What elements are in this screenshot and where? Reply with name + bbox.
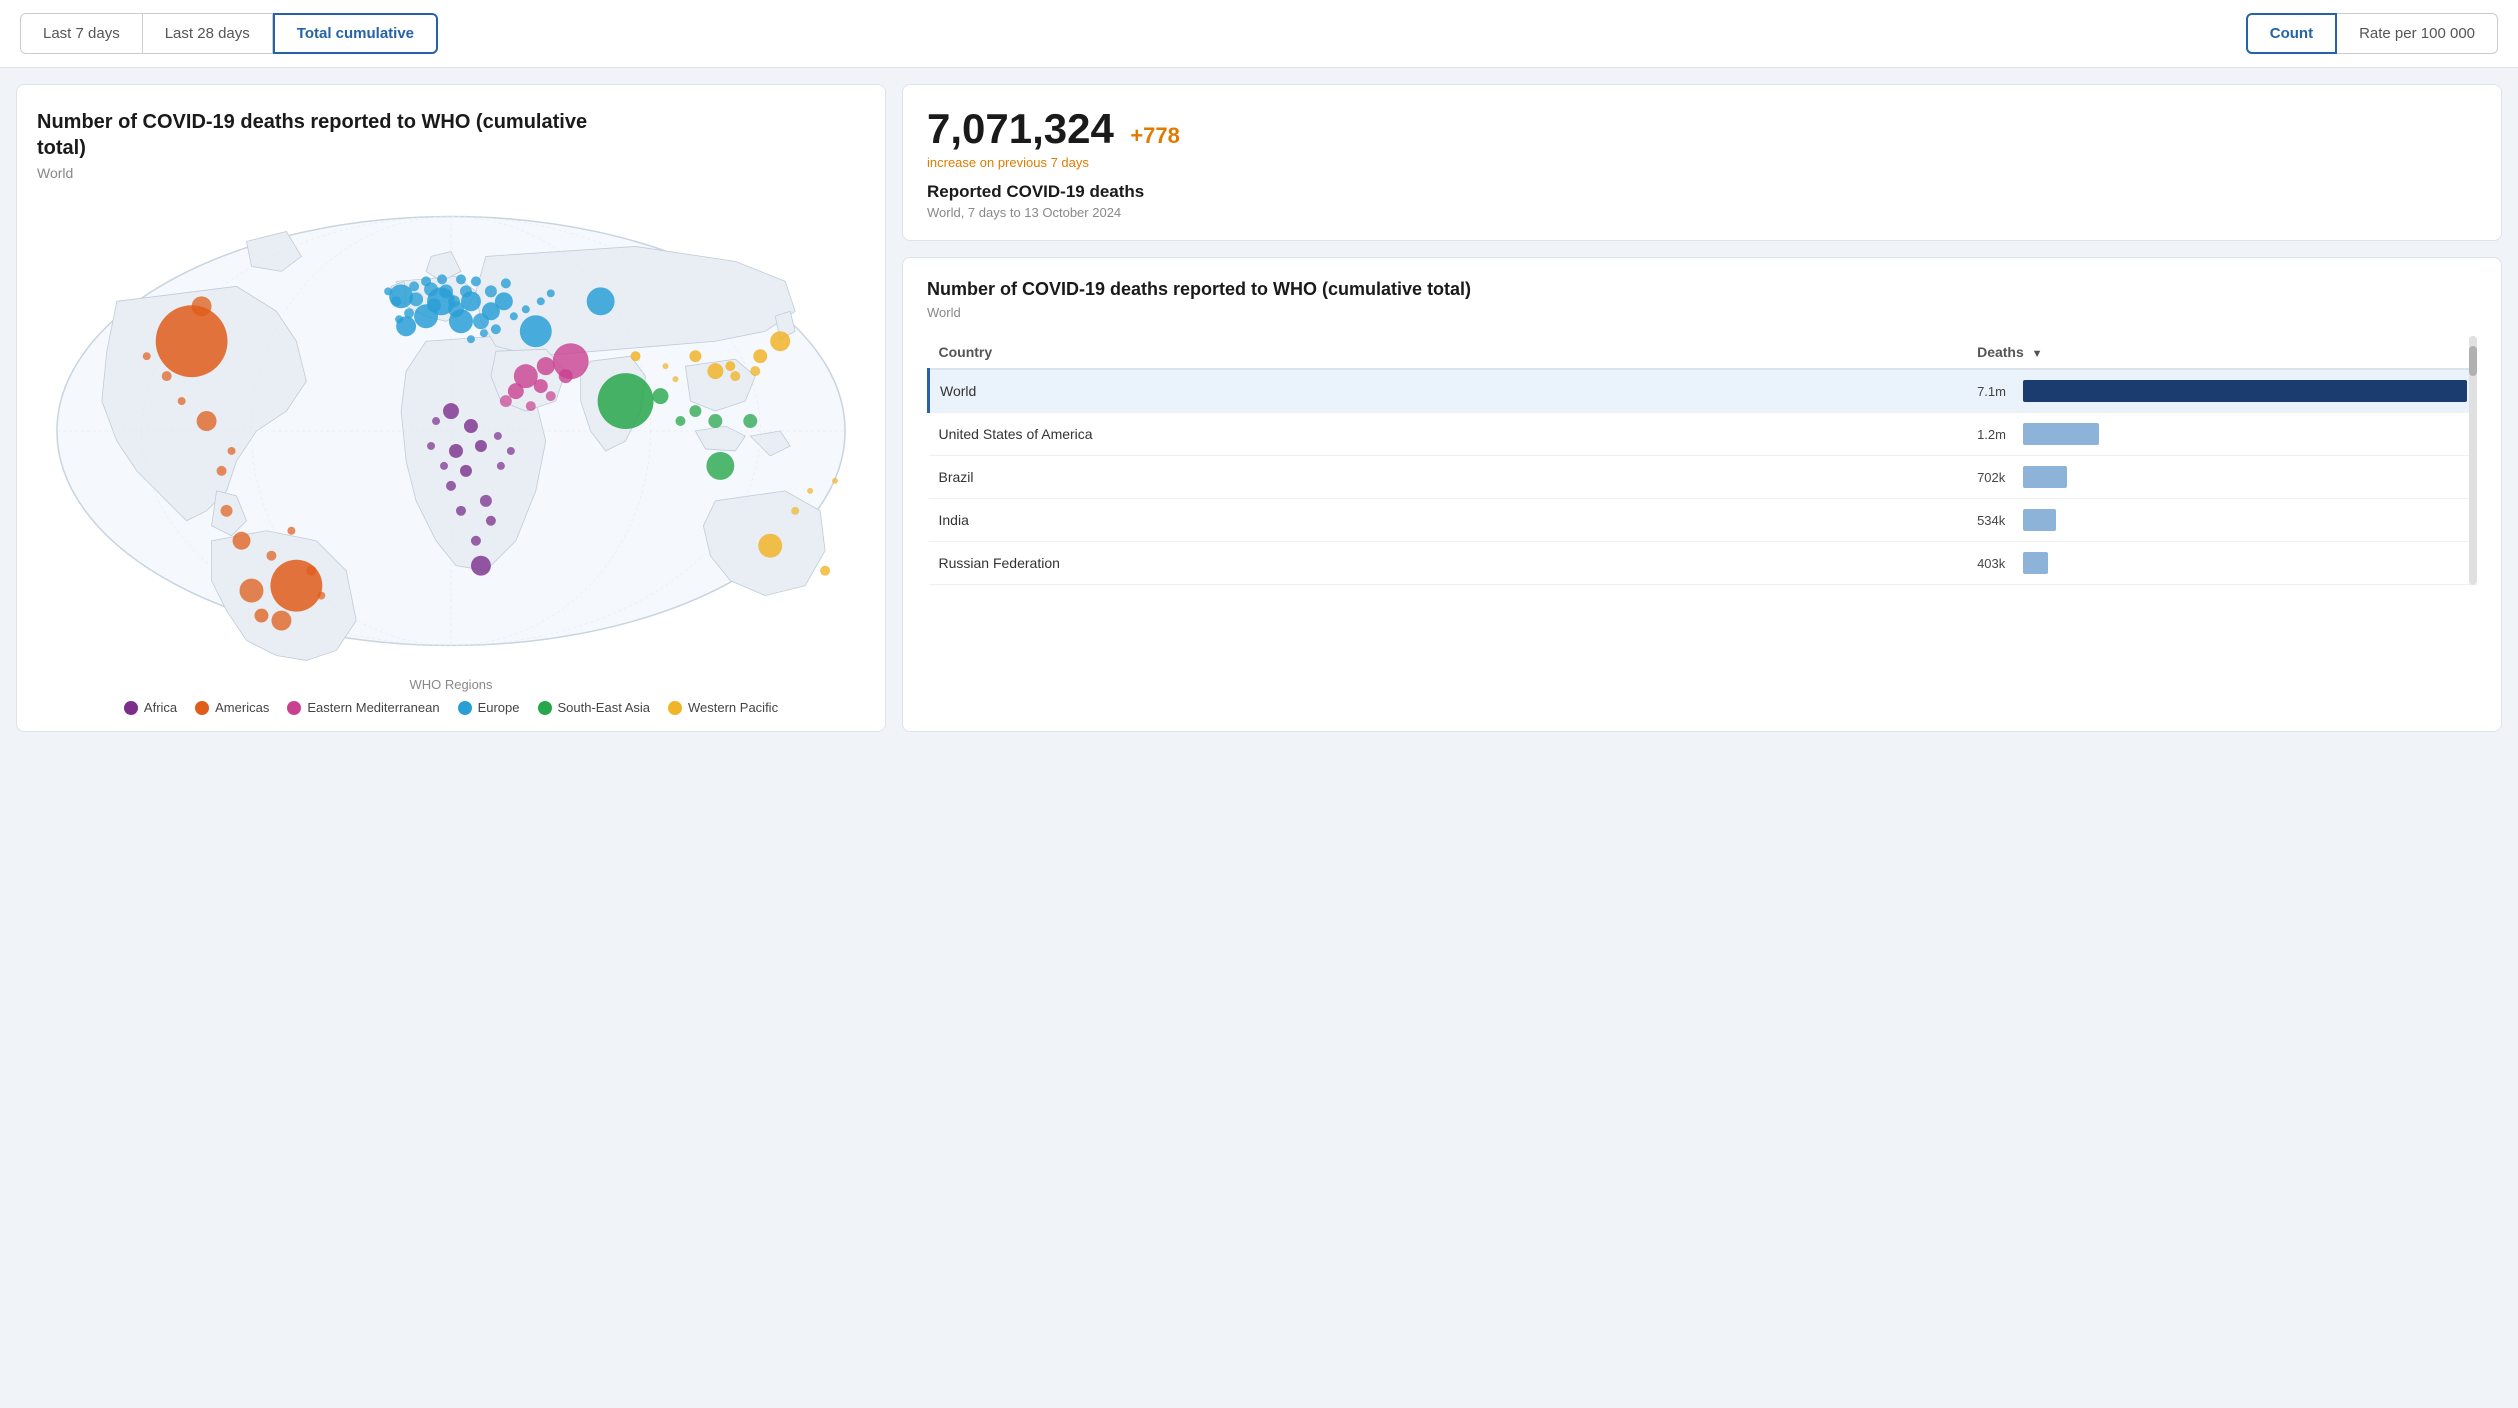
table-row[interactable]: Russian Federation 403k	[929, 542, 2478, 585]
legend-items: Africa Americas Eastern Mediterranean Eu…	[37, 700, 865, 715]
legend-dot-western-pacific	[668, 701, 682, 715]
right-panel: 7,071,324 +778 increase on previous 7 da…	[902, 84, 2502, 732]
col-deaths[interactable]: Deaths ▼	[1967, 336, 2477, 369]
deaths-cell: 702k	[1967, 456, 2477, 499]
stats-numbers-row: 7,071,324 +778	[927, 105, 2477, 153]
country-cell: Brazil	[929, 456, 1968, 499]
table-card-title: Number of COVID-19 deaths reported to WH…	[927, 278, 2477, 301]
tab-total-cumulative[interactable]: Total cumulative	[273, 13, 438, 54]
sort-icon: ▼	[2032, 348, 2043, 360]
table-row[interactable]: United States of America 1.2m	[929, 413, 2478, 456]
legend-label-eastern-med: Eastern Mediterranean	[307, 700, 439, 715]
total-deaths-number: 7,071,324	[927, 105, 1114, 152]
legend-dot-south-east-asia	[538, 701, 552, 715]
legend-dot-americas	[195, 701, 209, 715]
scrollbar-thumb	[2469, 346, 2477, 376]
increase-label: increase on previous 7 days	[927, 155, 2477, 170]
map-panel: Number of COVID-19 deaths reported to WH…	[16, 84, 886, 732]
country-cell: India	[929, 499, 1968, 542]
metric-toggle-group: Count Rate per 100 000	[2246, 13, 2498, 54]
legend-label-europe: Europe	[478, 700, 520, 715]
country-cell: Russian Federation	[929, 542, 1968, 585]
country-cell: World	[929, 369, 1968, 413]
legend-item-americas: Americas	[195, 700, 269, 715]
map-legend: WHO Regions Africa Americas Eastern Medi…	[37, 677, 865, 715]
legend-label-south-east-asia: South-East Asia	[558, 700, 651, 715]
legend-item-africa: Africa	[124, 700, 177, 715]
increase-badge: +778	[1130, 123, 1180, 148]
legend-title: WHO Regions	[37, 677, 865, 692]
table-row[interactable]: Brazil 702k	[929, 456, 2478, 499]
col-country: Country	[929, 336, 1968, 369]
legend-label-africa: Africa	[144, 700, 177, 715]
deaths-cell: 403k	[1967, 542, 2477, 585]
top-bar: Last 7 days Last 28 days Total cumulativ…	[0, 0, 2518, 68]
legend-dot-africa	[124, 701, 138, 715]
table-card-subtitle: World	[927, 305, 2477, 320]
table-wrapper: Country Deaths ▼ World 7.1	[927, 336, 2477, 585]
tab-last-28-days[interactable]: Last 28 days	[143, 13, 273, 54]
deaths-cell: 7.1m	[1967, 369, 2477, 413]
legend-item-eastern-med: Eastern Mediterranean	[287, 700, 439, 715]
country-cell: United States of America	[929, 413, 1968, 456]
legend-label-western-pacific: Western Pacific	[688, 700, 778, 715]
toggle-rate[interactable]: Rate per 100 000	[2337, 13, 2498, 54]
deaths-cell: 1.2m	[1967, 413, 2477, 456]
table-row[interactable]: World 7.1m	[929, 369, 2478, 413]
legend-label-americas: Americas	[215, 700, 269, 715]
main-content: Number of COVID-19 deaths reported to WH…	[0, 68, 2518, 748]
deaths-table: Country Deaths ▼ World 7.1	[927, 336, 2477, 585]
table-row[interactable]: India 534k	[929, 499, 2478, 542]
toggle-count[interactable]: Count	[2246, 13, 2337, 54]
stats-card: 7,071,324 +778 increase on previous 7 da…	[902, 84, 2502, 241]
scrollbar[interactable]	[2469, 336, 2477, 585]
legend-item-south-east-asia: South-East Asia	[538, 700, 651, 715]
world-map[interactable]	[37, 201, 865, 661]
stats-label: Reported COVID-19 deaths	[927, 182, 2477, 202]
tab-last-7-days[interactable]: Last 7 days	[20, 13, 143, 54]
time-tab-group: Last 7 days Last 28 days Total cumulativ…	[20, 13, 438, 54]
legend-item-western-pacific: Western Pacific	[668, 700, 778, 715]
table-card: Number of COVID-19 deaths reported to WH…	[902, 257, 2502, 732]
map-chart-subtitle: World	[37, 165, 865, 181]
map-chart-title: Number of COVID-19 deaths reported to WH…	[37, 109, 637, 161]
stats-meta: World, 7 days to 13 October 2024	[927, 205, 2477, 220]
legend-dot-eastern-med	[287, 701, 301, 715]
legend-dot-europe	[458, 701, 472, 715]
deaths-cell: 534k	[1967, 499, 2477, 542]
legend-item-europe: Europe	[458, 700, 520, 715]
